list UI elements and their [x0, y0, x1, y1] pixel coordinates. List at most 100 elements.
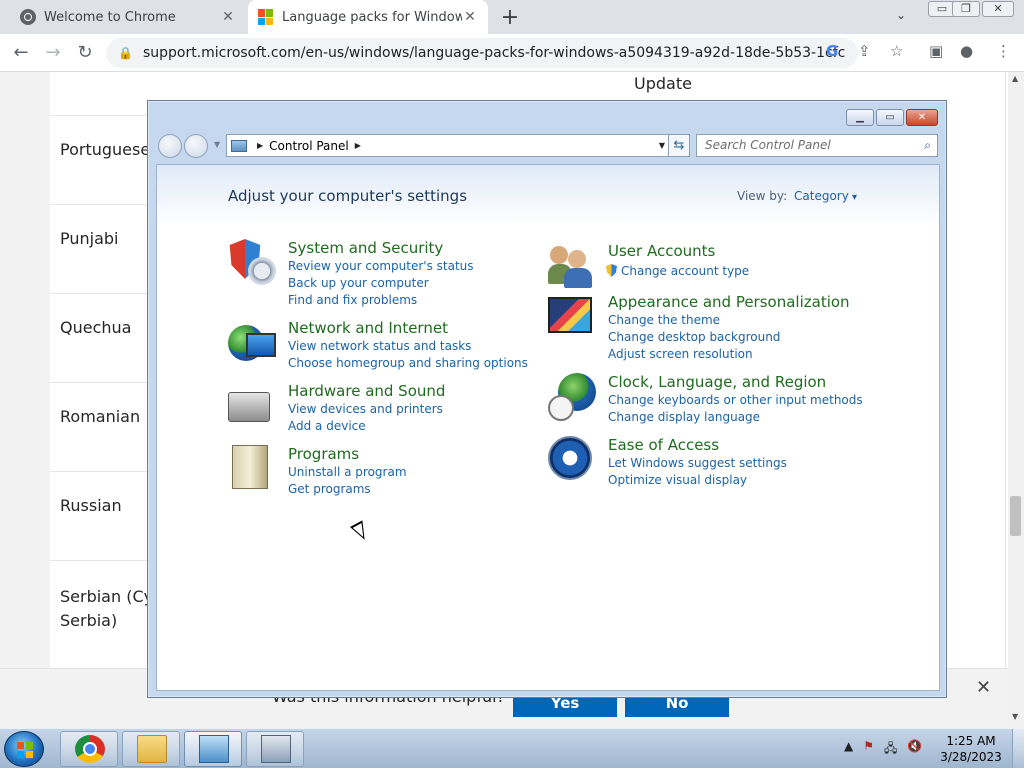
clock-language-icon[interactable]: [548, 373, 596, 421]
task-link[interactable]: Get programs: [288, 482, 371, 496]
menu-kebab-icon[interactable]: ⋮: [996, 42, 1011, 60]
breadcrumb-control-panel[interactable]: Control Panel: [269, 139, 349, 153]
category-title[interactable]: Appearance and Personalization: [608, 293, 850, 311]
task-link[interactable]: Uninstall a program: [288, 465, 407, 479]
task-link[interactable]: Optimize visual display: [608, 473, 747, 487]
task-link[interactable]: Change desktop background: [608, 330, 780, 344]
new-tab-button[interactable]: +: [500, 5, 520, 30]
category-title[interactable]: Hardware and Sound: [288, 382, 445, 400]
address-bar[interactable]: 🔒 support.microsoft.com/en-us/windows/la…: [106, 38, 858, 68]
address-dropdown-icon[interactable]: ▼: [659, 141, 665, 150]
task-link[interactable]: Add a device: [288, 419, 366, 433]
task-link[interactable]: Choose homegroup and sharing options: [288, 356, 528, 370]
category-title[interactable]: Programs: [288, 445, 359, 463]
show-hidden-icons-icon[interactable]: ▲: [844, 739, 853, 760]
address-bar[interactable]: ▶ Control Panel ▶ ▼: [226, 134, 670, 157]
action-center-flag-icon[interactable]: ⚑: [863, 739, 874, 760]
user-accounts-icon[interactable]: [548, 242, 592, 290]
task-link[interactable]: Find and fix problems: [288, 293, 417, 307]
category-ease-of-access: Ease of Access Let Windows suggest setti…: [548, 436, 878, 487]
task-link[interactable]: Let Windows suggest settings: [608, 456, 787, 470]
windows-logo-icon: [17, 742, 33, 758]
back-arrow-icon[interactable]: ←: [10, 42, 32, 63]
lock-icon[interactable]: 🔒: [118, 46, 133, 60]
search-placeholder: Search Control Panel: [705, 138, 831, 152]
bookmark-star-icon[interactable]: ☆: [890, 42, 903, 60]
appearance-icon[interactable]: [548, 293, 596, 341]
programs-icon[interactable]: [228, 445, 276, 493]
network-internet-icon[interactable]: [228, 319, 276, 367]
category-programs: Programs Uninstall a program Get program…: [228, 445, 528, 496]
tab-welcome[interactable]: Welcome to Chrome ✕: [10, 0, 246, 34]
task-link[interactable]: View network status and tasks: [288, 339, 471, 353]
taskbar-explorer[interactable]: [122, 731, 180, 767]
profile-avatar-icon[interactable]: ●: [960, 42, 973, 60]
refresh-button[interactable]: ⇆: [668, 134, 690, 157]
task-link[interactable]: Back up your computer: [288, 276, 429, 290]
system-security-icon[interactable]: [228, 239, 276, 287]
maximize-button[interactable]: ▭: [876, 109, 904, 126]
google-lens-icon[interactable]: G: [826, 42, 838, 60]
category-title[interactable]: Ease of Access: [608, 436, 719, 454]
minimize-button[interactable]: ▁: [846, 109, 874, 126]
close-icon[interactable]: ✕: [976, 677, 991, 698]
page-scrollbar[interactable]: ▲ ▼: [1008, 72, 1024, 728]
task-link[interactable]: Adjust screen resolution: [608, 347, 753, 361]
scrollbar-thumb[interactable]: [1010, 496, 1021, 536]
side-panel-icon[interactable]: ▣: [929, 42, 943, 60]
tab-search-chevron-icon[interactable]: ⌄: [896, 8, 906, 22]
close-tab-icon[interactable]: ✕: [462, 9, 478, 25]
start-button[interactable]: [4, 731, 44, 767]
breadcrumb-chevron-icon[interactable]: ▶: [355, 141, 361, 150]
chrome-icon: [75, 735, 105, 763]
category-network-internet: Network and Internet View network status…: [228, 319, 528, 370]
view-by-dropdown[interactable]: Category: [794, 189, 857, 203]
close-window-button[interactable]: ✕: [982, 1, 1014, 17]
language-name: Russian: [60, 496, 122, 515]
network-icon[interactable]: 🖧: [884, 739, 897, 760]
control-panel-icon: [199, 735, 229, 763]
volume-muted-icon[interactable]: 🔇: [907, 739, 922, 760]
task-link[interactable]: Change keyboards or other input methods: [608, 393, 863, 407]
category-clock-language-region: Clock, Language, and Region Change keybo…: [548, 373, 878, 424]
close-tab-icon[interactable]: ✕: [220, 9, 236, 25]
category-title[interactable]: User Accounts: [608, 242, 715, 260]
task-link[interactable]: Change the theme: [608, 313, 720, 327]
ease-of-access-icon[interactable]: [548, 436, 596, 484]
close-button[interactable]: ✕: [906, 109, 938, 126]
category-title[interactable]: System and Security: [288, 239, 443, 257]
reload-icon[interactable]: ↻: [74, 42, 96, 63]
hardware-sound-icon[interactable]: [228, 382, 276, 430]
back-button[interactable]: [158, 134, 182, 158]
taskbar-chrome[interactable]: [60, 731, 118, 767]
language-name: Quechua: [60, 318, 132, 337]
restore-window-button[interactable]: ❐: [952, 1, 980, 17]
browser-toolbar: ← → ↻ 🔒 support.microsoft.com/en-us/wind…: [0, 34, 1024, 72]
search-icon[interactable]: ⌕: [924, 138, 931, 153]
task-link[interactable]: View devices and printers: [288, 402, 443, 416]
clock-date: 3/28/2023: [940, 750, 1002, 764]
recent-pages-dropdown-icon[interactable]: ▼: [214, 140, 220, 149]
tab-language-packs[interactable]: Language packs for Windows - M ✕: [248, 0, 488, 34]
forward-arrow-icon[interactable]: →: [42, 42, 64, 63]
task-link[interactable]: Change display language: [608, 410, 760, 424]
category-title[interactable]: Network and Internet: [288, 319, 448, 337]
task-link[interactable]: Change account type: [606, 264, 749, 278]
category-title[interactable]: Clock, Language, and Region: [608, 373, 826, 391]
folder-icon: [137, 735, 167, 763]
scroll-down-arrow-icon[interactable]: ▼: [1012, 712, 1018, 721]
show-desktop-button[interactable]: [1012, 729, 1024, 768]
search-input[interactable]: Search Control Panel ⌕: [696, 134, 938, 157]
forward-button[interactable]: [184, 134, 208, 158]
breadcrumb-chevron-icon[interactable]: ▶: [257, 141, 263, 150]
taskbar-clock[interactable]: 1:25 AM 3/28/2023: [938, 733, 1004, 765]
task-link[interactable]: Review your computer's status: [288, 259, 474, 273]
navigation-bar: ▼ ▶ Control Panel ▶ ▼ ⇆ Search Control P…: [156, 133, 938, 159]
category-appearance-personalization: Appearance and Personalization Change th…: [548, 293, 878, 361]
scroll-up-arrow-icon[interactable]: ▲: [1012, 74, 1018, 83]
taskbar-keyboard-app[interactable]: [246, 731, 304, 767]
taskbar-control-panel[interactable]: [184, 731, 242, 767]
view-by-label: View by:: [737, 189, 788, 203]
clock-time: 1:25 AM: [946, 734, 996, 748]
share-icon[interactable]: ⇪: [858, 42, 871, 60]
